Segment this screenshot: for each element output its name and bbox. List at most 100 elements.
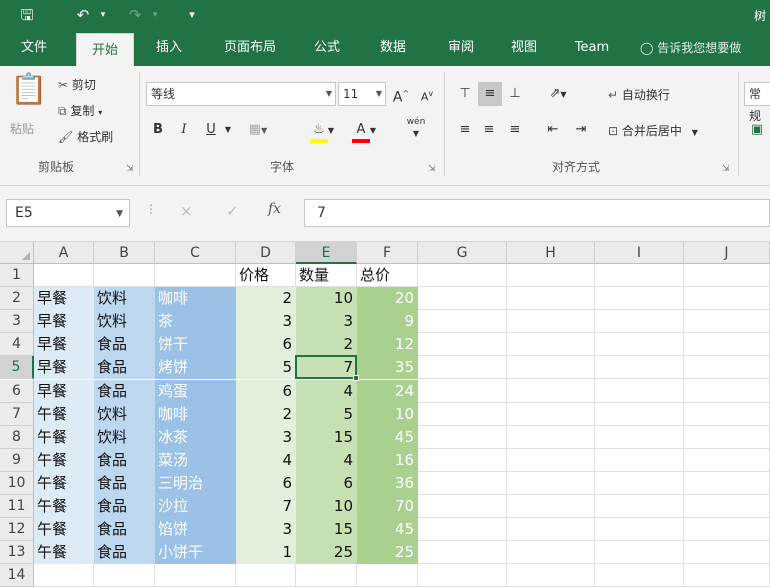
cell-f9[interactable]: 16: [357, 448, 418, 472]
cell-e1[interactable]: 数量: [296, 264, 357, 288]
cell-a4[interactable]: 早餐: [34, 333, 94, 357]
cell-e8[interactable]: 15: [296, 425, 357, 449]
cell-e2[interactable]: 10: [296, 287, 357, 311]
column-header-j[interactable]: J: [684, 242, 770, 264]
copy-dropdown-icon[interactable]: ▾: [98, 108, 102, 117]
undo-dropdown-icon[interactable]: ▾: [96, 4, 110, 26]
cell-b12[interactable]: 食品: [94, 518, 155, 542]
tell-me-box[interactable]: ◯ 告诉我您想要做: [640, 30, 770, 66]
cell-f10[interactable]: 36: [357, 471, 418, 495]
row-header-2[interactable]: 2: [0, 287, 34, 311]
cell-a13[interactable]: 午餐: [34, 541, 94, 565]
cell-b7[interactable]: 饮料: [94, 402, 155, 426]
cell-i9[interactable]: [595, 448, 684, 472]
cancel-icon[interactable]: ×: [180, 202, 193, 220]
cell-g12[interactable]: [418, 518, 507, 542]
cell-g14[interactable]: [418, 564, 507, 588]
border-button[interactable]: ▦▼: [244, 118, 272, 142]
cell-e7[interactable]: 5: [296, 402, 357, 426]
cell-b5[interactable]: 食品: [94, 356, 155, 380]
cell-a8[interactable]: 午餐: [34, 425, 94, 449]
cell-c14[interactable]: [155, 564, 236, 588]
cell-b8[interactable]: 饮料: [94, 425, 155, 449]
cell-i11[interactable]: [595, 495, 684, 519]
cell-j12[interactable]: [684, 518, 770, 542]
format-painter-button[interactable]: 🖌 格式刷: [58, 128, 113, 145]
cell-b1[interactable]: [94, 264, 155, 288]
cell-e5[interactable]: 7: [296, 356, 357, 380]
cell-a12[interactable]: 午餐: [34, 518, 94, 542]
cell-i2[interactable]: [595, 287, 684, 311]
cell-b11[interactable]: 食品: [94, 495, 155, 519]
spreadsheet-grid[interactable]: A B C D E F G H I J 1 价格 数量 总价 2 早餐 饮料 咖啡 2 10 20 3 早餐 饮料茶 3 3 9 4 早…: [0, 242, 770, 588]
align-middle-button[interactable]: ≡: [478, 82, 502, 106]
cell-i14[interactable]: [595, 564, 684, 588]
cell-h10[interactable]: [507, 471, 595, 495]
cell-c4[interactable]: 饼干: [155, 333, 236, 357]
cell-c12[interactable]: 馅饼: [155, 518, 236, 542]
tab-home[interactable]: 开始: [76, 33, 134, 66]
cell-h3[interactable]: [507, 310, 595, 334]
cell-a2[interactable]: 早餐: [34, 287, 94, 311]
save-icon[interactable]: 🖫: [16, 4, 38, 26]
decrease-indent-button[interactable]: ⇤: [542, 118, 564, 142]
cell-h6[interactable]: [507, 379, 595, 403]
cell-a6[interactable]: 早餐: [34, 379, 94, 403]
cell-c1[interactable]: [155, 264, 236, 288]
cell-e11[interactable]: 10: [296, 495, 357, 519]
cell-g11[interactable]: [418, 495, 507, 519]
cell-b14[interactable]: [94, 564, 155, 588]
column-header-h[interactable]: H: [507, 242, 595, 264]
cell-j14[interactable]: [684, 564, 770, 588]
cell-j10[interactable]: [684, 471, 770, 495]
cell-d6[interactable]: 6: [236, 379, 296, 403]
cell-d11[interactable]: 7: [236, 495, 296, 519]
copy-button[interactable]: ⧉ 复制 ▾: [58, 102, 102, 119]
customize-icon[interactable]: ▾: [184, 4, 200, 26]
font-size-select[interactable]: 11 ▼: [338, 82, 386, 106]
cell-j6[interactable]: [684, 379, 770, 403]
cell-d5[interactable]: 5: [236, 356, 296, 380]
name-box[interactable]: E5 ▼: [6, 199, 130, 227]
cell-b10[interactable]: 食品: [94, 471, 155, 495]
tab-formulas[interactable]: 公式: [300, 30, 354, 66]
cell-g8[interactable]: [418, 425, 507, 449]
cell-i4[interactable]: [595, 333, 684, 357]
cell-h12[interactable]: [507, 518, 595, 542]
cell-h14[interactable]: [507, 564, 595, 588]
align-bottom-button[interactable]: ⊥: [504, 82, 526, 106]
cell-j1[interactable]: [684, 264, 770, 288]
align-left-button[interactable]: ≡: [454, 118, 476, 142]
cell-f12[interactable]: 45: [357, 518, 418, 542]
cell-b9[interactable]: 食品: [94, 448, 155, 472]
wrap-text-button[interactable]: ↵ 自动换行: [608, 86, 670, 103]
cell-a5[interactable]: 早餐: [34, 356, 94, 380]
bold-button[interactable]: B: [148, 118, 168, 142]
cell-i3[interactable]: [595, 310, 684, 334]
cell-a11[interactable]: 午餐: [34, 495, 94, 519]
row-header-1[interactable]: 1: [0, 264, 34, 288]
insert-function-icon[interactable]: fx: [268, 201, 281, 217]
cell-d1[interactable]: 价格: [236, 264, 296, 288]
font-color-button[interactable]: A ▼: [346, 118, 382, 143]
cell-g13[interactable]: [418, 541, 507, 565]
cell-d7[interactable]: 2: [236, 402, 296, 426]
cell-e14[interactable]: [296, 564, 357, 588]
cell-d9[interactable]: 4: [236, 448, 296, 472]
cell-g10[interactable]: [418, 471, 507, 495]
cell-h11[interactable]: [507, 495, 595, 519]
cell-f4[interactable]: 12: [357, 333, 418, 357]
select-all-button[interactable]: [0, 242, 34, 264]
column-header-e[interactable]: E: [296, 242, 357, 264]
cut-button[interactable]: ✂ 剪切: [58, 76, 96, 93]
cell-e10[interactable]: 6: [296, 471, 357, 495]
cell-d3[interactable]: 3: [236, 310, 296, 334]
column-header-g[interactable]: G: [418, 242, 507, 264]
column-header-a[interactable]: A: [34, 242, 94, 264]
cell-j5[interactable]: [684, 356, 770, 380]
tab-team[interactable]: Team: [560, 30, 624, 66]
cell-h4[interactable]: [507, 333, 595, 357]
redo-dropdown-icon[interactable]: ▾: [148, 4, 162, 26]
cell-d12[interactable]: 3: [236, 518, 296, 542]
phonetic-button[interactable]: wén ▼: [396, 116, 436, 140]
